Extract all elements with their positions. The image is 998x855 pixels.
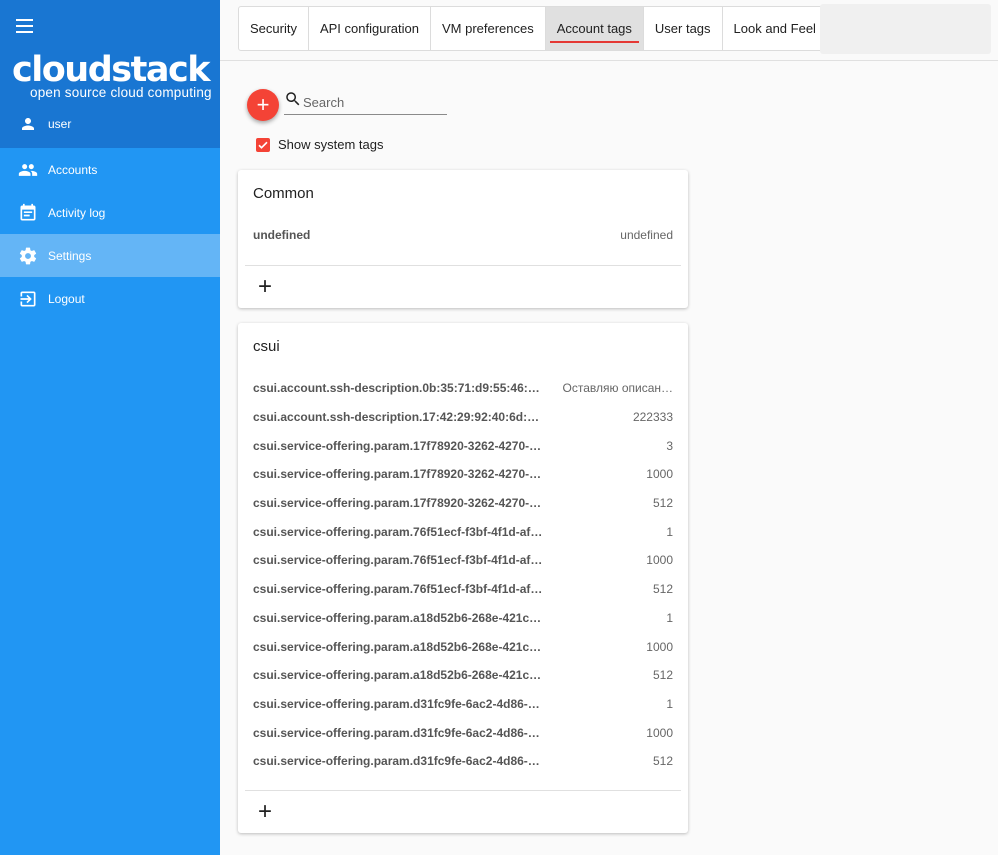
tag-card-csui: csui csui.account.ssh-description.0b:35:… [238,323,688,833]
tag-row[interactable]: csui.service-offering.param.a18d52b6-268… [238,604,688,633]
tag-value: 222333 [632,410,673,425]
tag-row[interactable]: csui.service-offering.param.17f78920-326… [238,431,688,460]
tag-value: 512 [652,496,673,511]
sidebar-item-activity-log[interactable]: Activity log [0,191,220,234]
tag-key: csui.service-offering.param.17f78920-326… [253,438,542,453]
sidebar-item-settings[interactable]: Settings [0,234,220,277]
sidebar-nav: Accounts Activity log Settings Logout [0,148,220,320]
tag-key: csui.service-offering.param.a18d52b6-268… [253,639,542,654]
sidebar-item-label: Activity log [48,205,106,220]
tag-value: 1000 [646,553,673,568]
top-right-panel [820,4,991,54]
sidebar: cloudstack open source cloud computing u… [0,0,220,855]
gear-icon [18,246,38,266]
tag-value: 1000 [646,467,673,482]
search-icon [284,90,302,108]
tag-key: csui.service-offering.param.76f51ecf-f3b… [253,582,543,597]
tag-row[interactable]: csui.service-offering.param.d31fc9fe-6ac… [238,690,688,719]
sidebar-header: cloudstack open source cloud computing u… [0,0,220,148]
sidebar-item-label: Settings [48,248,92,263]
add-tag-row-button[interactable]: + [238,791,688,833]
tab-vm-preferences[interactable]: VM preferences [431,7,546,50]
tag-key: csui.service-offering.param.17f78920-326… [253,496,542,511]
card-title: Common [253,185,314,202]
tag-row[interactable]: csui.service-offering.param.a18d52b6-268… [238,661,688,690]
tab-look-and-feel[interactable]: Look and Feel [723,7,827,50]
people-icon [18,160,38,180]
tag-row[interactable]: csui.service-offering.param.17f78920-326… [238,460,688,489]
tag-value: Оставляю описан… [562,381,673,396]
tab-security[interactable]: Security [239,7,309,50]
add-tag-row-button[interactable]: + [238,266,688,308]
tag-key: csui.service-offering.param.d31fc9fe-6ac… [253,754,540,769]
menu-icon[interactable] [14,14,36,36]
tag-row[interactable]: csui.service-offering.param.a18d52b6-268… [238,632,688,661]
tag-row[interactable]: csui.service-offering.param.76f51ecf-f3b… [238,546,688,575]
tag-value: 512 [652,582,673,597]
sidebar-item-accounts[interactable]: Accounts [0,148,220,191]
tag-value: 1 [666,524,673,539]
tag-key: csui.service-offering.param.d31fc9fe-6ac… [253,696,540,711]
tag-key: csui.service-offering.param.d31fc9fe-6ac… [253,725,540,740]
tag-key: csui.account.ssh-description.17:42:29:92… [253,410,540,425]
checkbox-checked-icon[interactable] [256,137,270,152]
tag-key: csui.service-offering.param.76f51ecf-f3b… [253,524,543,539]
tag-row[interactable]: csui.service-offering.param.17f78920-326… [238,489,688,518]
logo-sub-text: open source cloud computing [30,85,212,100]
sidebar-item-label: Accounts [48,162,98,177]
tag-row[interactable]: csui.service-offering.param.d31fc9fe-6ac… [238,718,688,747]
user-row[interactable]: user [0,110,220,138]
logout-icon [18,289,38,309]
settings-tabbar: Security API configuration VM preference… [220,0,998,61]
add-tag-button[interactable]: + [247,89,279,121]
search-input[interactable] [302,94,442,110]
tag-key: csui.account.ssh-description.0b:35:71:d9… [253,381,540,396]
tag-value: 512 [652,668,673,683]
tag-card-common: Common undefined undefined + [238,170,688,308]
show-system-tags-label: Show system tags [278,137,384,152]
person-icon [18,114,38,134]
search-field [284,88,447,115]
sidebar-item-label: Logout [48,291,85,306]
tag-value: 1 [666,610,673,625]
calendar-icon [18,203,38,223]
show-system-tags-toggle[interactable]: Show system tags [256,137,384,152]
tab-account-tags[interactable]: Account tags [545,7,644,50]
tag-key: csui.service-offering.param.a18d52b6-268… [253,668,542,683]
tag-key: undefined [253,228,311,242]
tag-row[interactable]: csui.service-offering.param.d31fc9fe-6ac… [238,747,688,776]
user-name: user [48,117,72,131]
tag-value: 1000 [646,725,673,740]
tab-api-configuration[interactable]: API configuration [309,7,431,50]
logo-main-text: cloudstack [12,50,210,90]
tab-group: Security API configuration VM preference… [238,6,828,51]
tag-value: 1000 [646,639,673,654]
tag-row[interactable]: undefined undefined [238,216,688,254]
tag-row[interactable]: csui.account.ssh-description.17:42:29:92… [238,403,688,432]
tag-row[interactable]: csui.service-offering.param.76f51ecf-f3b… [238,517,688,546]
logo: cloudstack open source cloud computing [12,52,212,100]
card-title: csui [253,338,280,355]
tag-value: 3 [666,438,673,453]
tag-key: csui.service-offering.param.17f78920-326… [253,467,542,482]
tag-value: 1 [666,696,673,711]
tag-value: undefined [620,228,673,242]
sidebar-item-logout[interactable]: Logout [0,277,220,320]
tag-value: 512 [652,754,673,769]
tab-user-tags[interactable]: User tags [644,7,723,50]
tag-row[interactable]: csui.service-offering.param.76f51ecf-f3b… [238,575,688,604]
tag-key: csui.service-offering.param.a18d52b6-268… [253,610,542,625]
tag-key: csui.service-offering.param.76f51ecf-f3b… [253,553,543,568]
tag-row[interactable]: csui.account.ssh-description.0b:35:71:d9… [238,374,688,403]
